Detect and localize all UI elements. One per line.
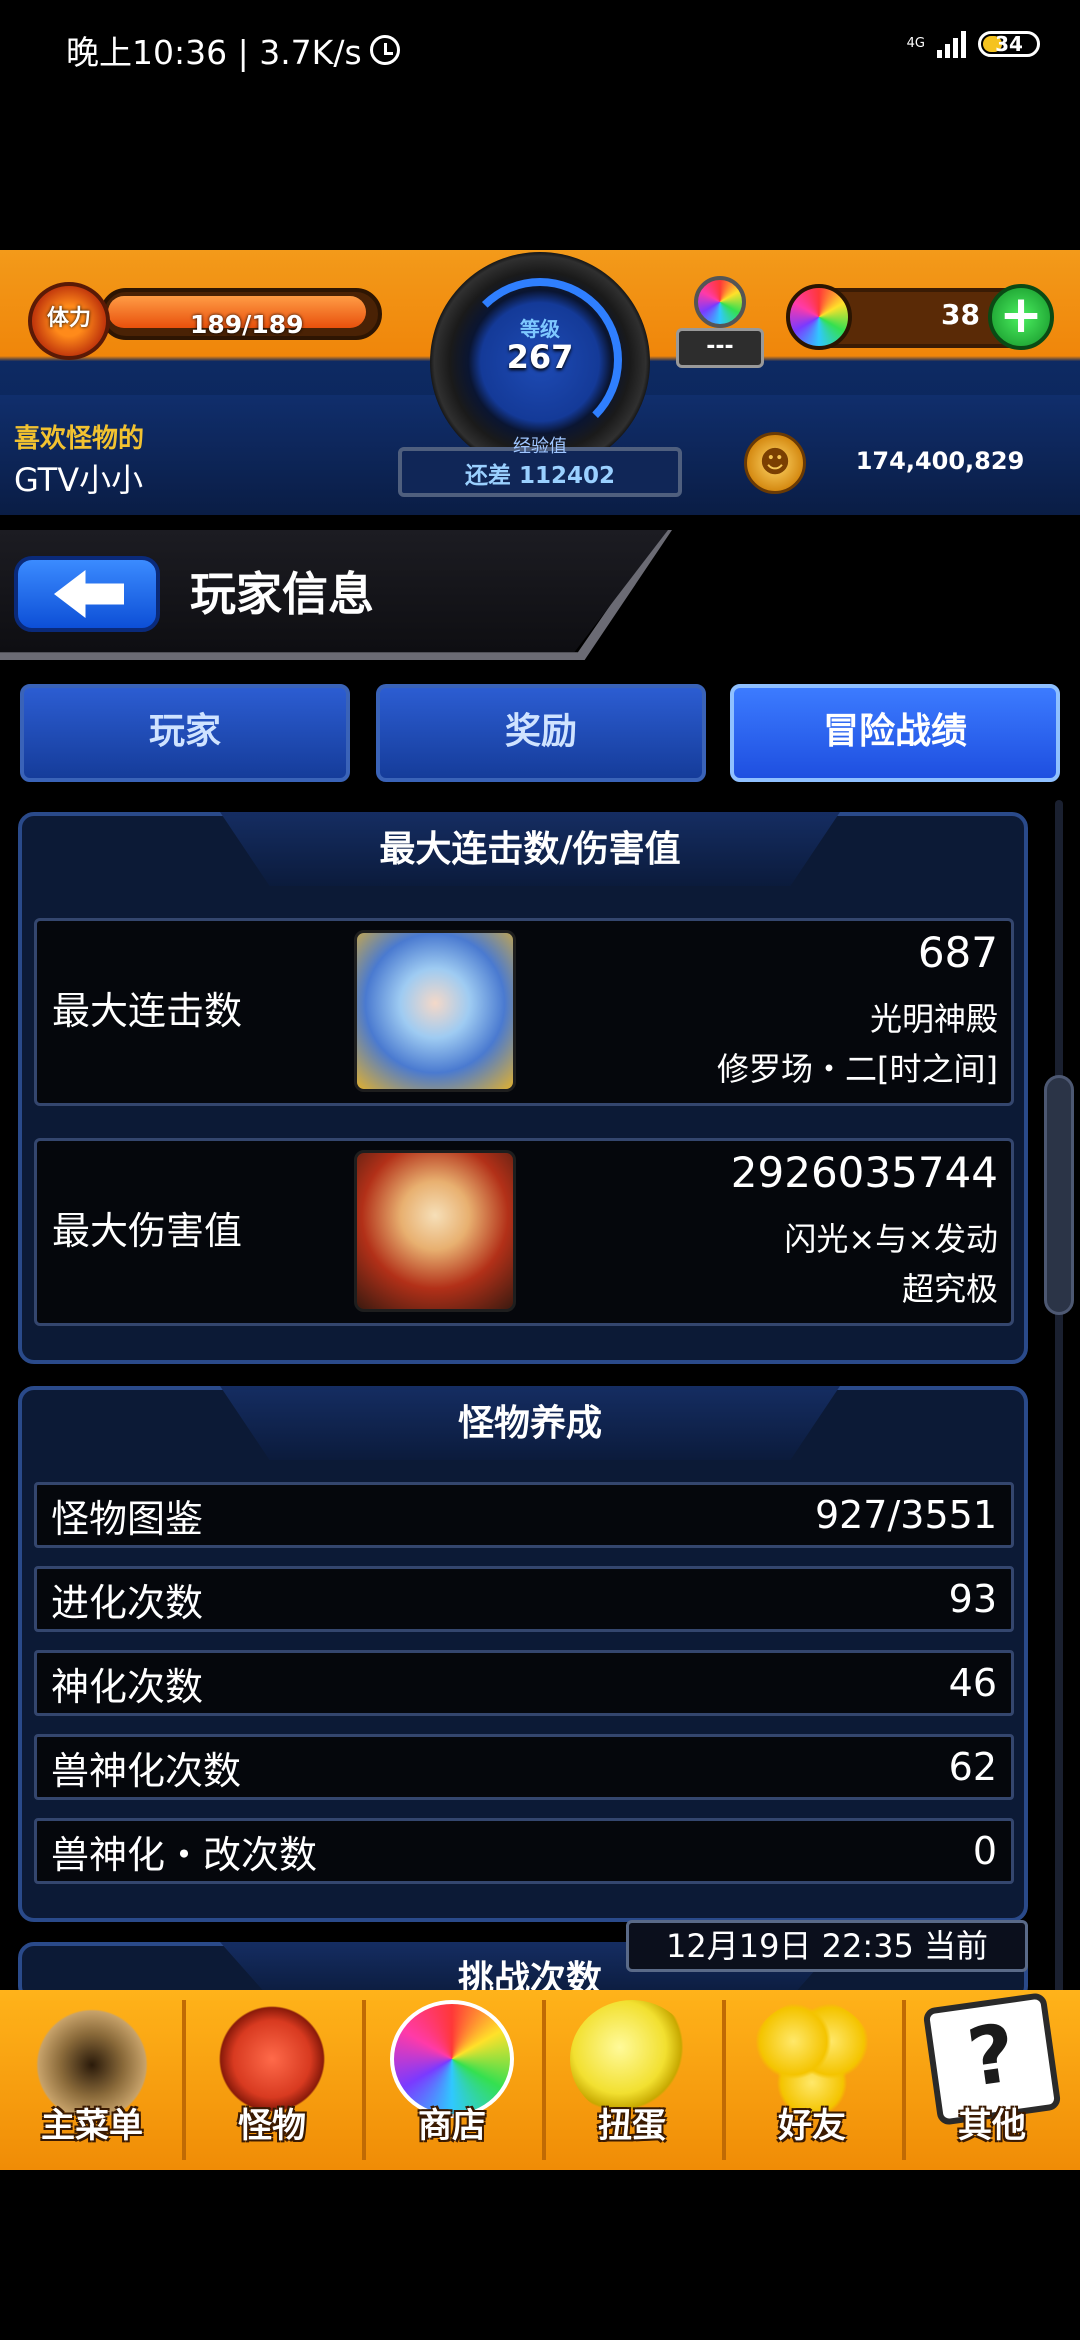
exp-remaining: 还差 112402: [464, 463, 616, 489]
stat-label: 兽神化・改次数: [51, 1832, 318, 1877]
max-damage-quest: 超究极: [901, 1270, 998, 1308]
stat-value: 62: [948, 1745, 997, 1789]
nav-gacha[interactable]: 扭蛋: [544, 1994, 720, 2164]
nav-label: 扭蛋: [598, 2106, 666, 2146]
level-value: 267: [506, 338, 574, 376]
status-bar-left: 晚上10:36 | 3.7K/s: [66, 26, 400, 74]
rainbow-orb-icon: [786, 284, 852, 350]
stat-value: 0: [972, 1829, 997, 1873]
player-subtitle: 喜欢怪物的: [14, 424, 145, 454]
nav-friends[interactable]: 好友: [724, 1994, 900, 2164]
nav-shop[interactable]: 商店: [364, 1994, 540, 2164]
max-damage-label: 最大伤害值: [52, 1209, 243, 1253]
nav-label: 其他: [958, 2106, 1026, 2146]
stat-row: 进化次数 93: [34, 1566, 1014, 1632]
nav-other[interactable]: ? 其他: [904, 1991, 1080, 2164]
network-type: 4G: [906, 36, 925, 51]
coin-icon: ☻: [744, 432, 806, 494]
screen-bottom: [0, 2170, 1080, 2340]
training-panel-title: 怪物养成: [457, 1403, 602, 1444]
orb-holder-icon: [694, 276, 746, 328]
stat-value: 46: [948, 1661, 997, 1705]
max-combo-stage: 光明神殿: [869, 1000, 998, 1038]
player-name: GTV小小: [14, 461, 144, 499]
stat-row: 兽神化・改次数 0: [34, 1818, 1014, 1884]
signal-icon: [937, 30, 966, 58]
max-combo-label: 最大连击数: [52, 989, 243, 1033]
nav-main-menu[interactable]: 主菜单: [4, 1994, 180, 2164]
stat-label: 怪物图鉴: [51, 1496, 204, 1541]
stamina-icon: 体力: [28, 282, 110, 360]
timestamp-label: 12月19日 22:35 当前: [626, 1920, 1028, 1972]
stat-value: 927/3551: [814, 1493, 997, 1537]
nav-label: 好友: [778, 2106, 846, 2146]
battery-icon: 34: [978, 31, 1040, 57]
stat-row: 神化次数 46: [34, 1650, 1014, 1716]
max-damage-value: 2926035744: [730, 1148, 998, 1197]
battery-level: 34: [995, 32, 1023, 56]
add-orb-button[interactable]: +: [988, 284, 1054, 350]
nav-label: 怪物: [238, 2106, 306, 2146]
stat-label: 进化次数: [51, 1580, 204, 1625]
nav-label: 主菜单: [41, 2106, 143, 2146]
exp-label: 经验值: [513, 436, 567, 457]
stat-row: 怪物图鉴 927/3551: [34, 1482, 1014, 1548]
scrollbar-thumb[interactable]: [1044, 1075, 1074, 1315]
stat-value: 93: [948, 1577, 997, 1621]
coin-value: 174,400,829: [855, 447, 1025, 475]
tab-player[interactable]: 玩家: [20, 684, 350, 782]
tab-adventure-record[interactable]: 冒险战绩: [730, 684, 1060, 782]
orb-count: 38: [941, 298, 980, 331]
orb-holder[interactable]: ---: [676, 328, 764, 368]
stat-label: 兽神化次数: [51, 1748, 242, 1793]
status-bar-right: 4G 34: [907, 30, 1040, 58]
scroll-track: [1055, 800, 1063, 2000]
status-time-speed: 晚上10:36 | 3.7K/s: [66, 33, 362, 72]
nav-label: 商店: [418, 2106, 486, 2146]
stat-label: 神化次数: [51, 1664, 204, 1709]
max-damage-stage: 闪光×与×发动: [784, 1220, 998, 1258]
max-combo-quest: 修罗场・二[时之间]: [717, 1050, 998, 1088]
page-title: 玩家信息: [190, 567, 374, 621]
monster-portrait[interactable]: [354, 1150, 516, 1312]
tab-rewards[interactable]: 奖励: [376, 684, 706, 782]
stamina-value: 189/189: [190, 310, 304, 339]
nav-monsters[interactable]: 怪物: [184, 1994, 360, 2164]
stat-row: 兽神化次数 62: [34, 1734, 1014, 1800]
max-combo-value: 687: [917, 928, 998, 977]
alarm-icon: [369, 35, 400, 65]
monster-portrait[interactable]: [354, 930, 516, 1092]
records-panel-title: 最大连击数/伤害值: [379, 829, 681, 870]
